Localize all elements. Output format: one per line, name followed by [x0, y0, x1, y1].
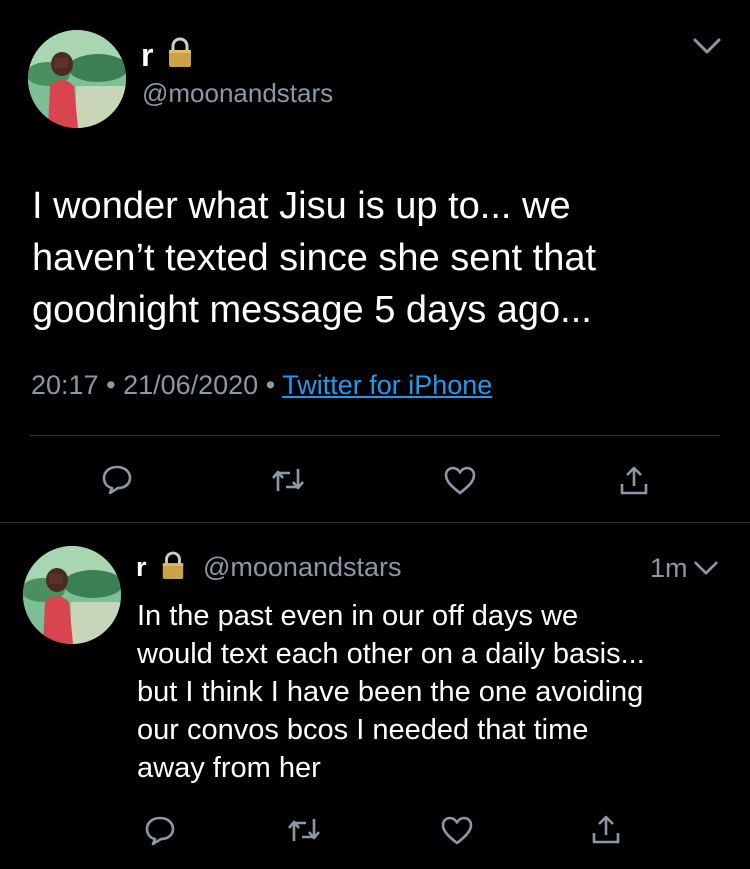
meta-separator: • — [106, 370, 116, 400]
heart-icon[interactable] — [443, 465, 477, 495]
chevron-down-icon[interactable] — [693, 559, 719, 577]
reply-icon[interactable] — [101, 463, 133, 495]
retweet-icon[interactable] — [286, 815, 322, 845]
author-handle[interactable]: @moonandstars — [142, 78, 333, 108]
tweet-text: I wonder what Jisu is up to... we haven’… — [32, 180, 732, 336]
tweet-text-line: I wonder what Jisu is up to... we — [32, 185, 571, 227]
tweet-meta: 20:17 • 21/06/2020 • Twitter for iPhone — [31, 368, 492, 402]
divider — [0, 522, 750, 523]
avatar[interactable] — [23, 546, 121, 644]
reply-icon[interactable] — [144, 814, 176, 846]
reply-text-line: but I think I have been the one avoiding — [137, 676, 644, 708]
reply-text-line: away from her — [137, 752, 321, 784]
tweet-text-line: goodnight message 5 days ago... — [32, 289, 592, 331]
avatar[interactable] — [28, 30, 126, 128]
tweet-time: 20:17 — [31, 370, 99, 400]
tweet-date: 21/06/2020 — [123, 370, 259, 400]
divider — [30, 435, 720, 436]
reply-text: In the past even in our off days we woul… — [137, 597, 737, 787]
tweet-source-link[interactable]: Twitter for iPhone — [282, 370, 492, 400]
heart-icon[interactable] — [440, 815, 474, 845]
meta-separator: • — [265, 370, 276, 400]
author-handle[interactable]: @moonandstars — [203, 551, 402, 583]
tweet-text-line: haven’t texted since she sent that — [32, 237, 597, 279]
author-name[interactable]: r — [141, 36, 153, 74]
lock-icon — [166, 37, 194, 69]
author-name[interactable]: r — [136, 551, 147, 583]
lock-icon — [160, 551, 186, 581]
reply-text-line: would text each other on a daily basis..… — [137, 638, 645, 670]
reply-text-line: In the past even in our off days we — [137, 600, 579, 632]
chevron-down-icon[interactable] — [692, 36, 722, 56]
reply-text-line: our convos bcos I needed that time — [137, 714, 589, 746]
share-icon[interactable] — [619, 464, 649, 496]
retweet-icon[interactable] — [270, 465, 306, 495]
share-icon[interactable] — [591, 813, 621, 845]
tweet-age: 1m — [650, 553, 688, 583]
